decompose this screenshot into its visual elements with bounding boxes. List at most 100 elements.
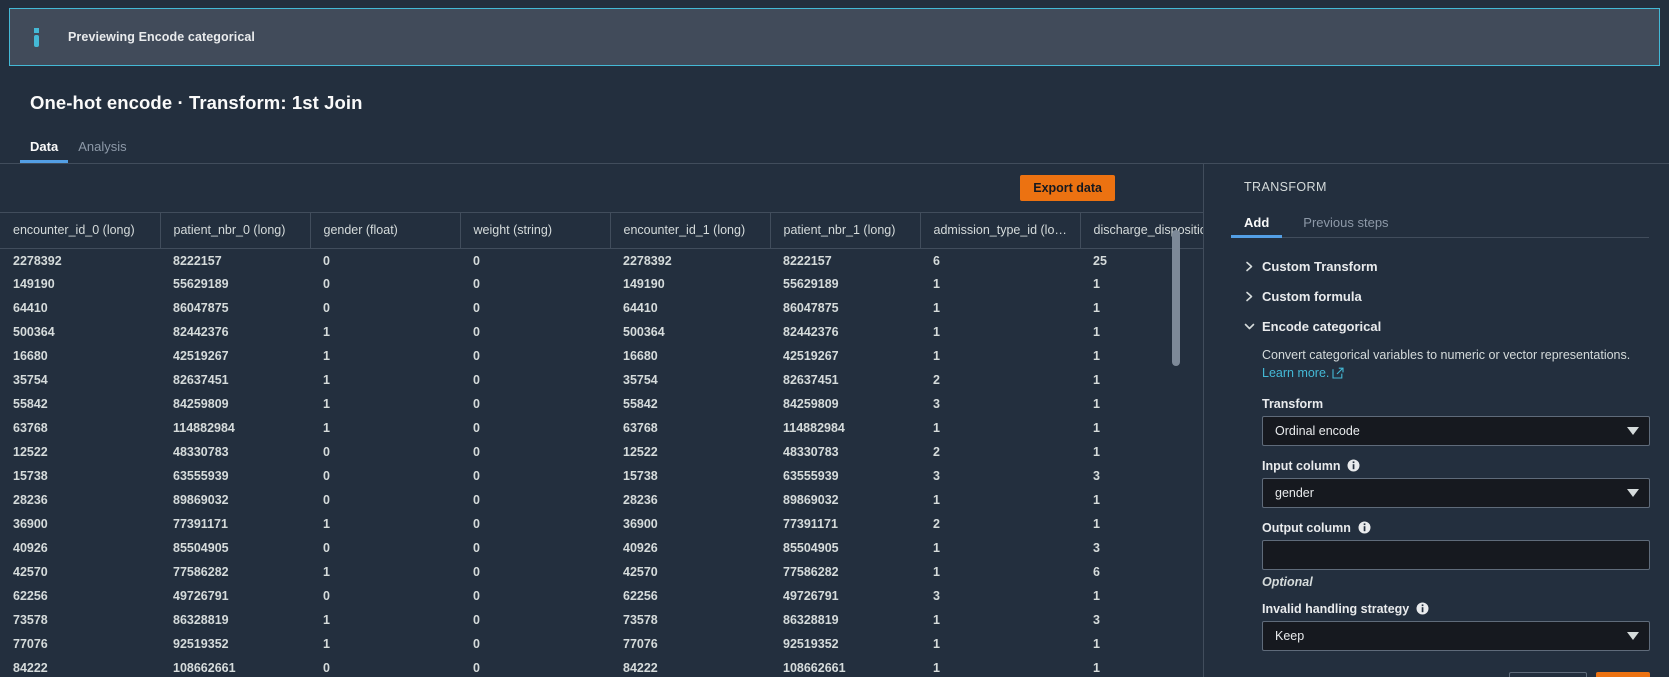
column-header[interactable]: gender (float) [310,211,461,249]
column-header[interactable]: admission_type_id (lo… [920,211,1081,249]
table-cell: 1 [1093,301,1100,316]
table-cell: 0 [323,661,330,676]
field-output-column-label: Output column [1262,521,1649,535]
tab-data[interactable]: Data [19,139,78,163]
input-column-select-value: gender [1275,485,1314,500]
info-icon[interactable] [1416,602,1429,615]
table-cell: 0 [473,253,480,268]
table-row[interactable]: 55842 84259809 1 0 55842 84259809 3 1 [0,392,1203,416]
table-row[interactable]: 73578 86328819 1 0 73578 86328819 1 3 [0,608,1203,632]
info-icon[interactable] [1347,459,1360,472]
data-table-scroll-area[interactable]: encounter_id_0 (long) patient_nbr_0 (long… [0,211,1203,677]
data-table: encounter_id_0 (long) patient_nbr_0 (long… [0,211,1203,677]
table-cell: 1 [323,613,330,628]
tab-add-label: Add [1244,214,1270,230]
tab-analysis[interactable]: Analysis [78,139,146,163]
table-cell: 0 [473,637,480,652]
table-cell: 12522 [623,445,658,460]
table-cell: 1 [933,349,940,364]
table-row[interactable]: 12522 48330783 0 0 12522 48330783 2 1 [0,440,1203,464]
table-cell: 108662661 [783,661,846,676]
table-row[interactable]: 2278392 8222157 0 0 2278392 8222157 6 25 [0,248,1203,272]
table-cell: 1 [1093,445,1100,460]
input-column-select[interactable]: gender [1262,477,1650,508]
table-cell: 1 [1093,349,1100,364]
banner-container: Previewing Encode categorical [0,0,1669,66]
table-cell: 77076 [13,637,48,652]
table-cell: 82442376 [173,325,229,340]
table-cell: 85504905 [173,541,229,556]
clear-button[interactable]: Clear [1262,673,1301,677]
encode-categorical-description: Convert categorical variables to numeric… [1262,346,1649,384]
column-header[interactable]: patient_nbr_1 (long) [770,211,921,249]
vertical-scrollbar-thumb[interactable] [1172,229,1180,366]
table-row[interactable]: 42570 77586282 1 0 42570 77586282 1 6 [0,560,1203,584]
table-cell: 1 [933,661,940,676]
transform-select-value: Ordinal encode [1275,423,1360,438]
output-column-input[interactable] [1262,539,1650,570]
column-header[interactable]: discharge_disposition [1080,211,1203,249]
table-cell: 36900 [623,517,658,532]
table-cell: 1 [1093,325,1100,340]
table-row[interactable]: 40926 85504905 0 0 40926 85504905 1 3 [0,536,1203,560]
table-cell: 86047875 [173,301,229,316]
encode-categorical-actions: Clear Preview Add [1262,671,1650,677]
table-row[interactable]: 16680 42519267 1 0 16680 42519267 1 1 [0,344,1203,368]
column-header[interactable]: encounter_id_0 (long) [0,211,161,249]
table-cell: 42519267 [783,349,839,364]
table-cell: 1 [1093,589,1100,604]
learn-more-link[interactable]: Learn more. [1262,366,1329,380]
table-cell: 500364 [623,325,665,340]
column-header[interactable]: patient_nbr_0 (long) [160,211,311,249]
table-row[interactable]: 64410 86047875 0 0 64410 86047875 1 1 [0,296,1203,320]
table-row[interactable]: 62256 49726791 0 0 62256 49726791 3 1 [0,584,1203,608]
table-cell: 1 [1093,517,1100,532]
table-cell: 42570 [13,565,48,580]
export-data-button[interactable]: Export data [1020,174,1115,201]
accordion-custom-transform[interactable]: Custom Transform [1244,252,1649,282]
table-cell: 3 [933,397,940,412]
table-cell: 0 [323,589,330,604]
table-cell: 1 [1093,373,1100,388]
transform-panel: TRANSFORM Add Previous steps Custom Tran… [1203,163,1669,677]
chevron-right-icon [1244,261,1262,272]
table-cell: 1 [323,397,330,412]
table-body: 2278392 8222157 0 0 2278392 8222157 6 25 149190 5… [0,248,1203,677]
add-button[interactable]: Add [1595,671,1650,677]
table-cell: 0 [473,277,480,292]
table-cell: 0 [473,421,480,436]
table-row[interactable]: 63768 114882984 1 0 63768 114882984 1 1 [0,416,1203,440]
table-cell: 1 [323,637,330,652]
table-cell: 0 [323,277,330,292]
table-cell: 0 [473,661,480,676]
tab-previous-steps[interactable]: Previous steps [1303,215,1388,237]
accordion-encode-categorical[interactable]: Encode categorical [1244,312,1649,342]
table-row[interactable]: 149190 55629189 0 0 149190 55629189 1 1 [0,272,1203,296]
table-cell: 1 [933,421,940,436]
table-cell: 0 [473,493,480,508]
table-cell: 1 [323,349,330,364]
transform-select[interactable]: Ordinal encode [1262,415,1650,446]
accordion-custom-formula[interactable]: Custom formula [1244,282,1649,312]
table-cell: 62256 [623,589,658,604]
table-cell: 1 [323,325,330,340]
tab-add[interactable]: Add [1230,214,1283,238]
table-row[interactable]: 84222 108662661 0 0 84222 108662661 1 1 [0,656,1203,677]
table-cell: 77391171 [783,517,838,532]
table-row[interactable]: 28236 89869032 0 0 28236 89869032 1 1 [0,488,1203,512]
column-header[interactable]: encounter_id_1 (long) [610,211,771,249]
table-row[interactable]: 35754 82637451 1 0 35754 82637451 2 1 [0,368,1203,392]
table-row[interactable]: 77076 92519352 1 0 77076 92519352 1 1 [0,632,1203,656]
table-cell: 64410 [623,301,658,316]
table-cell: 82637451 [173,373,229,388]
table-cell: 86328819 [783,613,839,628]
table-cell: 1 [323,565,330,580]
table-row[interactable]: 500364 82442376 1 0 500364 82442376 1 1 [0,320,1203,344]
table-row[interactable]: 15738 63555939 0 0 15738 63555939 3 3 [0,464,1203,488]
info-icon[interactable] [1358,521,1371,534]
invalid-handling-strategy-select[interactable]: Keep [1262,620,1650,651]
table-row[interactable]: 36900 77391171 1 0 36900 77391171 2 1 [0,512,1203,536]
table-cell: 89869032 [783,493,839,508]
preview-button[interactable]: Preview [1509,671,1587,677]
column-header[interactable]: weight (string) [460,211,611,249]
